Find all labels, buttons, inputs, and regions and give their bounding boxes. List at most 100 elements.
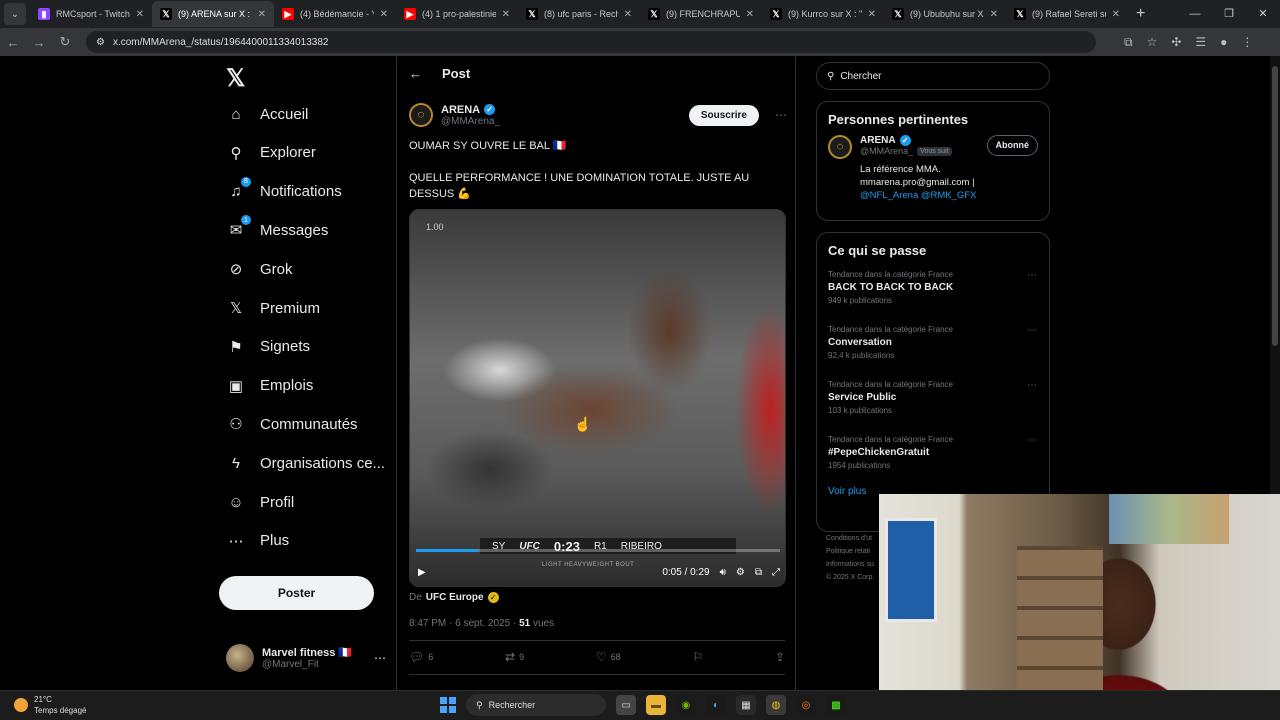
volume-icon[interactable]: 🔊︎ — [720, 567, 726, 578]
author-handle[interactable]: @MMArena_ — [441, 116, 500, 127]
close-tab-icon[interactable]: ✕ — [258, 9, 266, 20]
scrollbar-thumb[interactable] — [1272, 66, 1278, 346]
firefox-icon[interactable]: ◎ — [796, 695, 816, 715]
following-button[interactable]: Abonné — [986, 135, 1038, 156]
sidebar-item-emplois[interactable]: ▣ Emplois — [226, 368, 396, 404]
sidebar-item-accueil[interactable]: ⌂ Accueil — [226, 96, 396, 132]
share-button[interactable]: ⇪ — [775, 650, 785, 664]
reload-icon[interactable]: ↻ — [52, 34, 78, 50]
reading-list-icon[interactable]: ☰ — [1195, 35, 1206, 50]
sidebar-item-premium[interactable]: 𝕏 Premium — [226, 290, 396, 326]
account-name: Marvel fitness 🇫🇷 — [262, 647, 353, 659]
reply-button[interactable]: 💬︎ 6 — [409, 650, 433, 664]
edge-icon[interactable]: ◐ — [706, 695, 726, 715]
trend-item[interactable]: Tendance dans la catégorie France #PepeCh… — [817, 431, 1049, 486]
bookmark-button[interactable]: ⚐ — [692, 650, 703, 664]
pip-icon[interactable]: ⧉ — [755, 567, 762, 578]
footer-link[interactable]: Informations su — [826, 558, 874, 571]
sidebar-item-plus[interactable]: ⋯ Plus — [226, 523, 396, 559]
sidebar-item-organisations-ce[interactable]: ϟ Organisations ce... — [226, 445, 396, 481]
person-avatar[interactable]: ⬡ — [828, 135, 852, 159]
file-explorer-icon[interactable]: ▬ — [646, 695, 666, 715]
close-tab-icon[interactable]: ✕ — [990, 9, 998, 20]
new-tab-button[interactable]: + — [1136, 5, 1145, 23]
browser-tab[interactable]: 𝕏 (9) Ububụhu sur X : ✕ — [884, 1, 1006, 27]
profile-icon[interactable]: ● — [1220, 35, 1227, 50]
extensions-icon[interactable]: ✣ — [1171, 35, 1181, 50]
more-icon[interactable]: ⋯ — [374, 651, 386, 665]
browser-tab[interactable]: 𝕏 (8) ufc paris - Recher ✕ — [518, 1, 640, 27]
trend-more-icon[interactable]: ⋯ — [1027, 270, 1037, 281]
author-name[interactable]: ARENA — [441, 104, 480, 116]
close-tab-icon[interactable]: ✕ — [868, 9, 876, 20]
browser-menu-icon[interactable]: ⋮ — [1241, 35, 1253, 50]
footer-link[interactable]: Conditions d'ut — [826, 532, 874, 545]
minimize-icon[interactable]: — — [1178, 0, 1212, 28]
browser-tab[interactable]: ▶ (4) 1 pro-palestinien ✕ — [396, 1, 518, 27]
trend-item[interactable]: Tendance dans la catégorie France Service… — [817, 376, 1049, 431]
close-tab-icon[interactable]: ✕ — [502, 9, 510, 20]
x-logo-icon[interactable]: 𝕏 — [226, 64, 246, 92]
account-switcher[interactable]: Marvel fitness 🇫🇷 @Marvel_Fit ⋯ — [226, 641, 386, 675]
browser-tab[interactable]: 𝕏 (9) FRENCHRAPUS ✕ — [640, 1, 762, 27]
post-timestamp[interactable]: 8:47 PM · 6 sept. 2025 · — [409, 618, 516, 629]
sidebar-item-notifications[interactable]: ♫ 8 Notifications — [226, 174, 396, 210]
like-button[interactable]: ♡ 68 — [596, 650, 621, 664]
trend-more-icon[interactable]: ⋯ — [1027, 325, 1037, 336]
close-tab-icon[interactable]: ✕ — [136, 9, 144, 20]
search-input[interactable]: ⚲ Chercher — [816, 62, 1050, 90]
url-field[interactable]: ⚙ x.com/MMArena_/status/1964400011334013… — [86, 31, 1096, 53]
install-icon[interactable]: ⧉ — [1124, 35, 1133, 50]
star-icon[interactable]: ☆ — [1147, 35, 1158, 50]
back-icon[interactable]: ← — [0, 35, 26, 50]
sidebar-item-profil[interactable]: ☺ Profil — [226, 484, 396, 520]
trend-item[interactable]: Tendance dans la catégorie France Convers… — [817, 321, 1049, 376]
post-more-icon[interactable]: ⋯ — [775, 108, 787, 122]
tab-search-icon[interactable]: ⌄ — [4, 3, 26, 25]
forward-icon[interactable]: → — [26, 35, 52, 50]
trend-more-icon[interactable]: ⋯ — [1027, 380, 1037, 391]
browser-tab[interactable]: ▮ RMCsport - Twitch ✕ — [30, 1, 152, 27]
author-avatar[interactable]: ⬡ — [409, 103, 433, 127]
video-player[interactable]: 1.00 ☝ SY UFC 0:23 R1 RIBEIRO LIGHT HEAV… — [409, 209, 786, 587]
sidebar-item-grok[interactable]: ⊘ Grok — [226, 251, 396, 287]
sidebar-item-signets[interactable]: ⚑ Signets — [226, 329, 396, 365]
play-icon[interactable]: ▶ — [418, 567, 426, 578]
site-info-icon[interactable]: ⚙ — [96, 37, 105, 48]
nvidia-icon[interactable]: ◉ — [676, 695, 696, 715]
from-source[interactable]: UFC Europe — [426, 592, 484, 603]
browser-tab[interactable]: 𝕏 (9) ARENA sur X : ✕ — [152, 1, 274, 27]
video-progress-bar[interactable] — [416, 549, 780, 552]
sidebar-item-explorer[interactable]: ⚲ Explorer — [226, 135, 396, 171]
trend-more-icon[interactable]: ⋯ — [1027, 435, 1037, 446]
task-view-icon[interactable]: ▭ — [616, 695, 636, 715]
fullscreen-icon[interactable]: ⤢ — [772, 567, 780, 578]
close-tab-icon[interactable]: ✕ — [746, 9, 754, 20]
bio-links[interactable]: @NFL_Arena @RMK_GFX — [860, 189, 1038, 202]
chrome-icon[interactable]: ◍ — [766, 695, 786, 715]
close-tab-icon[interactable]: ✕ — [380, 9, 388, 20]
close-window-icon[interactable]: ✕ — [1246, 0, 1280, 28]
trend-item[interactable]: Tendance dans la catégorie France BACK TO… — [817, 266, 1049, 321]
settings-icon[interactable]: ⚙ — [736, 567, 745, 578]
restore-icon[interactable]: ❐ — [1212, 0, 1246, 28]
close-tab-icon[interactable]: ✕ — [1112, 9, 1120, 20]
poster-button[interactable]: Poster — [219, 576, 374, 610]
windows-start-icon[interactable] — [440, 697, 456, 713]
person-name[interactable]: ARENA — [860, 135, 896, 146]
browser-tab[interactable]: 𝕏 (9) Rafael Sereti sur X ✕ — [1006, 1, 1128, 27]
kick-icon[interactable]: ▩ — [826, 695, 846, 715]
repost-button[interactable]: ⇄ 9 — [505, 650, 524, 664]
weather-widget[interactable]: 21°C Temps dégagé — [14, 694, 86, 716]
taskbar-search[interactable]: ⚲ Rechercher — [466, 694, 606, 716]
browser-tab[interactable]: 𝕏 (9) Kurrco sur X : "Yo ✕ — [762, 1, 884, 27]
store-icon[interactable]: ▦ — [736, 695, 756, 715]
close-tab-icon[interactable]: ✕ — [624, 9, 632, 20]
subscribe-button[interactable]: Souscrire — [688, 104, 759, 126]
browser-tab[interactable]: ▶ (4) Bédémancie - You ✕ — [274, 1, 396, 27]
sidebar-item-messages[interactable]: ✉ 1 Messages — [226, 212, 396, 248]
back-arrow-icon[interactable]: ← — [409, 66, 422, 81]
sidebar-item-communautés[interactable]: ⚇ Communautés — [226, 406, 396, 442]
footer-link[interactable]: Politique relati — [826, 545, 874, 558]
person-handle[interactable]: @MMArena_ — [860, 146, 913, 156]
